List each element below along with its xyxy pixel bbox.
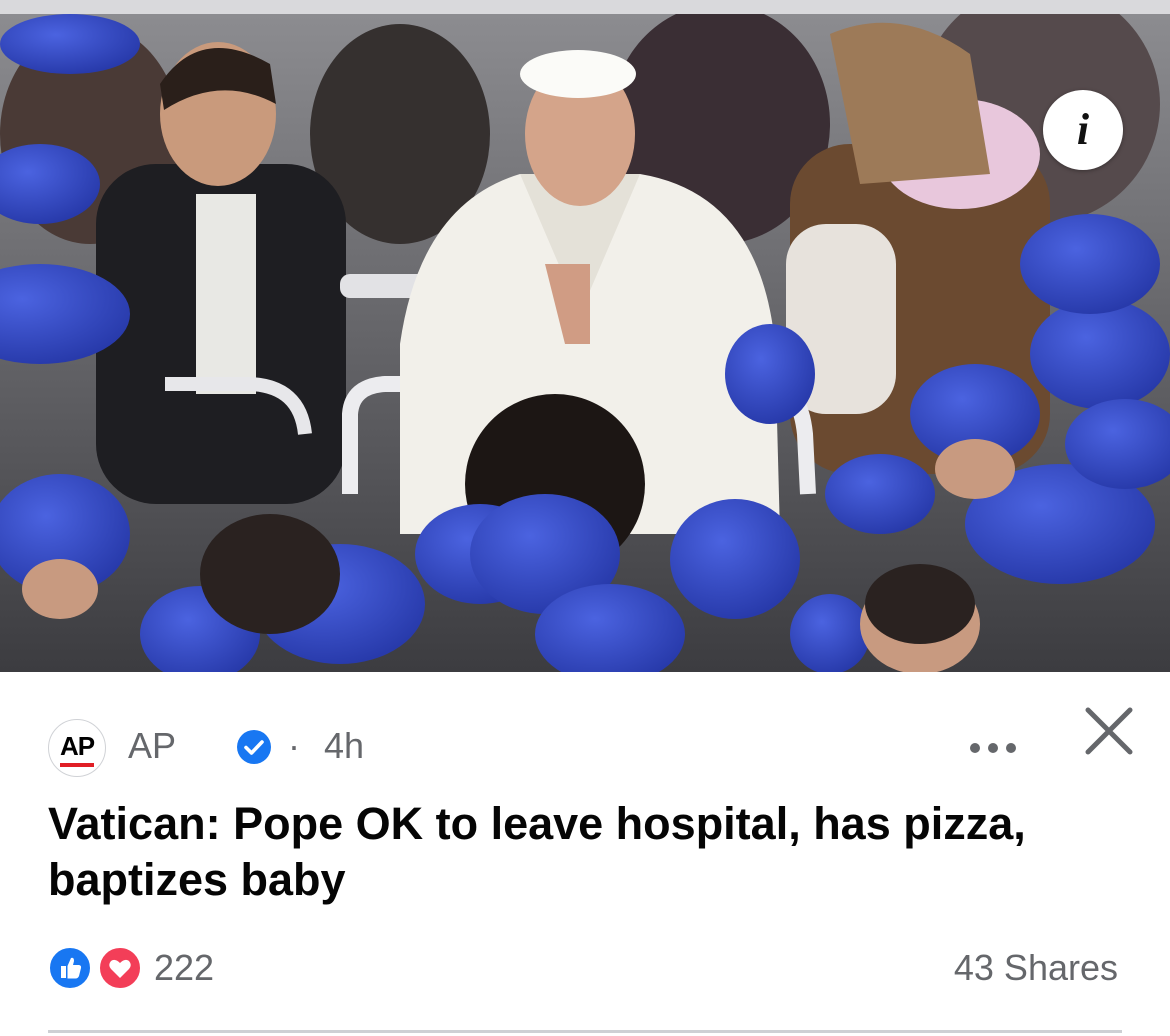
avatar-logo-text: AP bbox=[59, 731, 95, 761]
verified-badge-icon bbox=[237, 730, 271, 764]
post-timestamp[interactable]: 4h bbox=[324, 726, 364, 766]
post-headline[interactable]: Vatican: Pope OK to leave hospital, has … bbox=[48, 796, 1108, 908]
more-options-icon bbox=[988, 743, 998, 753]
more-options-icon bbox=[1006, 743, 1016, 753]
info-button[interactable]: i bbox=[1043, 90, 1123, 170]
post-image[interactable]: i bbox=[0, 14, 1170, 672]
close-button[interactable] bbox=[1082, 704, 1136, 758]
reactions-summary[interactable]: 222 bbox=[48, 942, 308, 990]
thumbs-up-icon bbox=[48, 946, 92, 990]
reaction-count: 222 bbox=[154, 947, 215, 988]
source-avatar[interactable]: AP bbox=[48, 719, 106, 777]
heart-icon bbox=[98, 946, 142, 990]
more-options-icon bbox=[970, 743, 980, 753]
source-name[interactable]: AP bbox=[128, 726, 176, 766]
post-divider bbox=[48, 1030, 1122, 1033]
post-image-illustration bbox=[0, 14, 1170, 672]
top-strip bbox=[0, 0, 1170, 14]
more-options-button[interactable] bbox=[970, 736, 1016, 760]
shares-count[interactable]: 43 Shares bbox=[954, 948, 1118, 988]
avatar-logo-underline bbox=[60, 763, 94, 767]
close-icon bbox=[1085, 707, 1133, 755]
meta-separator: · bbox=[288, 725, 300, 766]
info-icon: i bbox=[1076, 105, 1090, 154]
post-meta-row: AP AP · 4h bbox=[48, 707, 1138, 780]
